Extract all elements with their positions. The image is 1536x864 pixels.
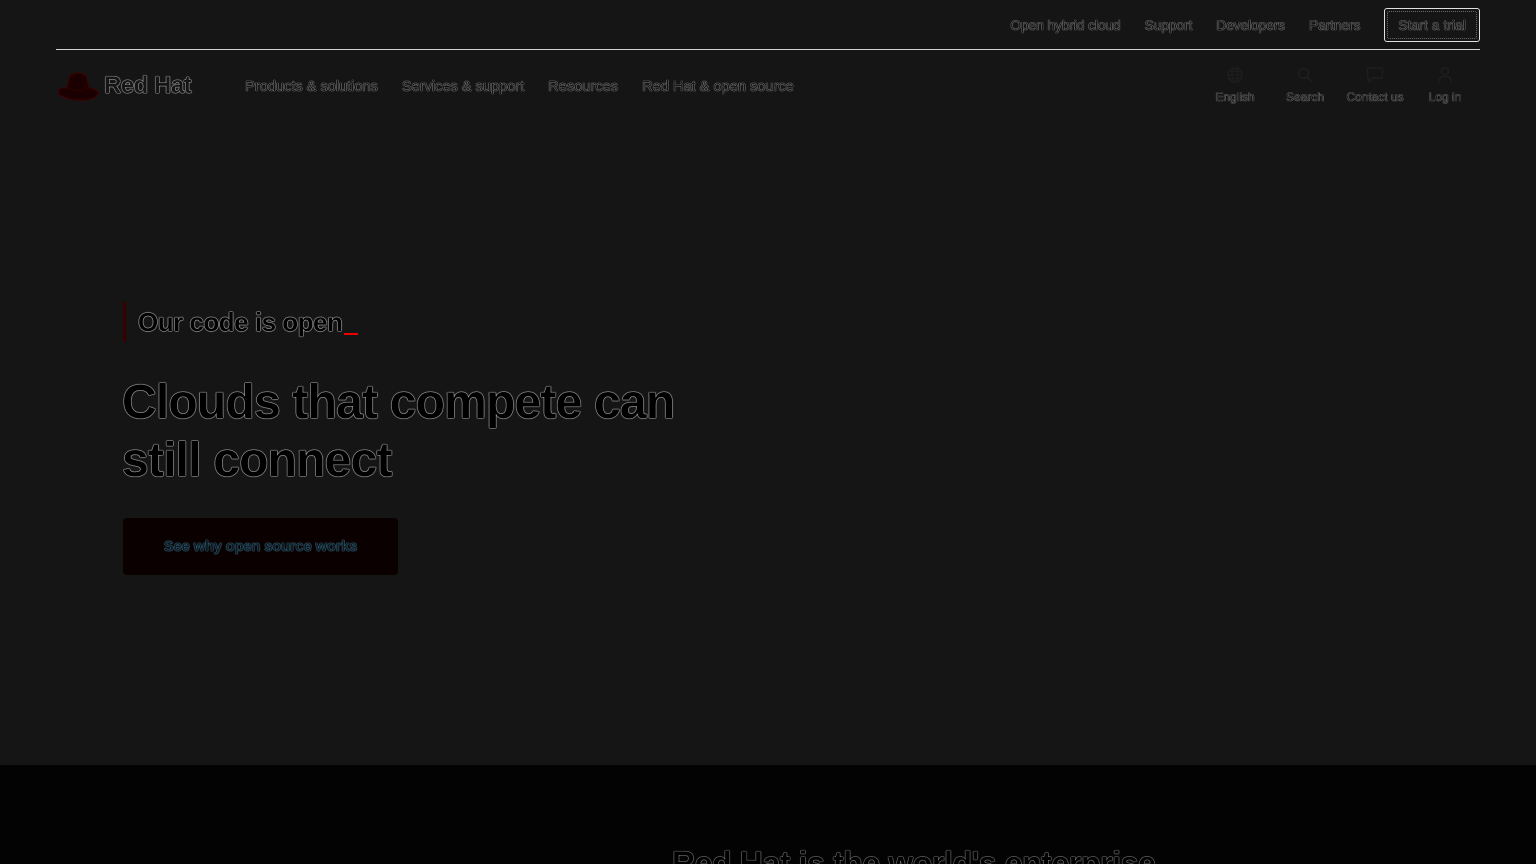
main-navigation: Red Hat Products & solutions Services & …: [0, 50, 1536, 124]
start-trial-button[interactable]: Start a trial: [1384, 8, 1480, 42]
logo-wordmark: Red Hat: [104, 72, 192, 99]
contact-us-label: Contact us: [1346, 90, 1404, 104]
hero-eyebrow-label: Our code is open: [138, 306, 343, 337]
see-why-open-source-works-button[interactable]: See why open source works: [123, 518, 398, 575]
globe-icon: [1227, 67, 1243, 83]
utility-link-partners[interactable]: Partners: [1309, 17, 1361, 33]
nav-tools: English Search Contact us Log in: [1200, 66, 1480, 110]
hero-eyebrow-text: Our code is open: [138, 306, 359, 338]
red-hat-logo-icon: [57, 72, 99, 101]
hero-eyebrow: Our code is open: [123, 302, 359, 342]
contact-us-button[interactable]: Contact us: [1340, 66, 1410, 110]
utility-bar: Open hybrid cloud Support Developers Par…: [0, 0, 1536, 50]
nav-services-support[interactable]: Services & support: [402, 78, 524, 95]
utility-link-support[interactable]: Support: [1145, 17, 1193, 33]
nav-red-hat-open-source[interactable]: Red Hat & open source: [642, 78, 794, 95]
search-button[interactable]: Search: [1270, 66, 1340, 110]
search-icon: [1297, 67, 1313, 83]
language-label: English: [1215, 90, 1255, 104]
utility-links: Open hybrid cloud Support Developers Par…: [986, 8, 1480, 42]
language-selector-button[interactable]: English: [1200, 66, 1270, 110]
nav-resources[interactable]: Resources: [548, 78, 618, 95]
utility-bar-inner: Open hybrid cloud Support Developers Par…: [56, 0, 1480, 50]
hero-title: Clouds that compete can still connect: [122, 376, 675, 487]
red-hat-logo-link[interactable]: Red Hat: [56, 66, 192, 106]
chat-icon: [1366, 67, 1384, 83]
utility-link-open-hybrid-cloud[interactable]: Open hybrid cloud: [1010, 17, 1120, 33]
intro-heading: Red Hat is the world's enterprise: [672, 845, 1156, 864]
user-icon: [1437, 67, 1453, 84]
nav-products-solutions[interactable]: Products & solutions: [245, 78, 378, 95]
hero-section: Our code is open Clouds that compete can…: [0, 124, 1536, 765]
search-label: Search: [1285, 90, 1325, 104]
intro-section: Red Hat is the world's enterprise: [0, 765, 1536, 864]
primary-nav-links: Products & solutions Services & support …: [245, 78, 818, 95]
typing-cursor: [344, 332, 359, 335]
log-in-button[interactable]: Log in: [1410, 66, 1480, 110]
log-in-label: Log in: [1428, 90, 1462, 104]
utility-link-developers[interactable]: Developers: [1216, 17, 1285, 33]
